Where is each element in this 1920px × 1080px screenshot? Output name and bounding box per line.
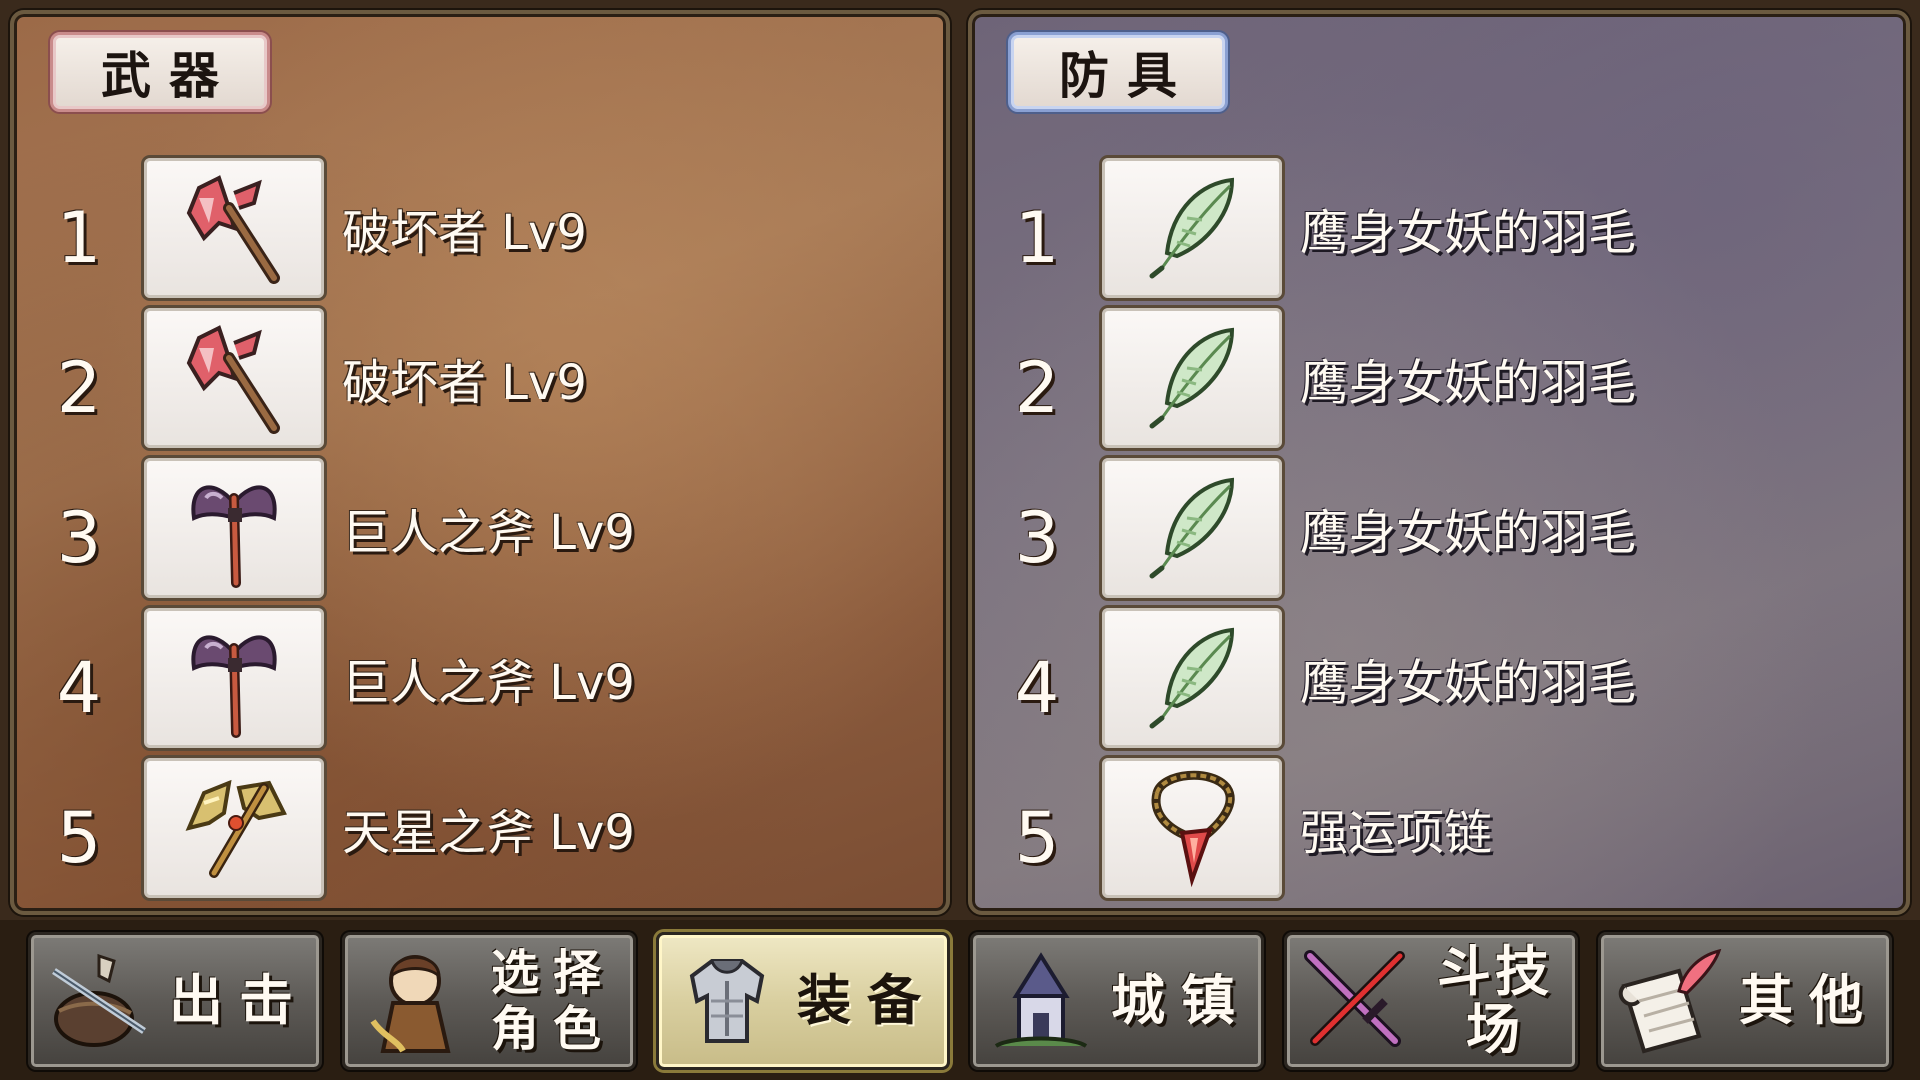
armor-row[interactable]: 4 鹰身女妖的羽毛 bbox=[972, 604, 1906, 752]
slot-number: 5 bbox=[56, 797, 102, 879]
slot-number: 4 bbox=[56, 647, 102, 729]
item-name: 鹰身女妖的羽毛 bbox=[1300, 355, 1637, 411]
armor-row[interactable]: 2 鹰身女妖的羽毛 bbox=[972, 304, 1906, 452]
arena-label: 斗技场 bbox=[1437, 940, 1553, 1061]
red-axe-icon bbox=[186, 175, 280, 284]
item-name: 鹰身女妖的羽毛 bbox=[1300, 505, 1637, 561]
armor-row[interactable]: 5 强运项链 bbox=[972, 754, 1906, 902]
item-name: 巨人之斧 Lv9 bbox=[342, 505, 635, 561]
select-label-line2: 角色 bbox=[490, 1001, 615, 1057]
item-slot[interactable] bbox=[144, 458, 324, 598]
item-slot[interactable] bbox=[144, 308, 324, 448]
item-slot[interactable] bbox=[1102, 608, 1282, 748]
weapon-row[interactable]: 4 巨人之斧 Lv9 bbox=[14, 604, 946, 752]
feather-icon bbox=[1149, 477, 1235, 579]
town-label: 城镇 bbox=[1111, 969, 1251, 1032]
weapon-row[interactable]: 5 天星之斧 Lv9 bbox=[14, 754, 946, 902]
weapon-row[interactable]: 1 破坏者 Lv9 bbox=[14, 154, 946, 302]
feather-icon bbox=[1149, 327, 1235, 429]
slot-number: 4 bbox=[1014, 647, 1060, 729]
giant-axe-icon bbox=[191, 635, 277, 738]
character-icon bbox=[353, 941, 473, 1061]
slot-number: 5 bbox=[1014, 797, 1060, 879]
item-slot[interactable] bbox=[1102, 308, 1282, 448]
arena-button[interactable]: 斗技场 bbox=[1284, 932, 1578, 1070]
feather-icon bbox=[1149, 177, 1235, 279]
armor-row[interactable]: 3 鹰身女妖的羽毛 bbox=[972, 454, 1906, 602]
item-name: 鹰身女妖的羽毛 bbox=[1300, 205, 1637, 261]
item-name: 天星之斧 Lv9 bbox=[342, 805, 635, 861]
sortie-label: 出击 bbox=[169, 969, 309, 1032]
armor-panel: 防具 1 鹰身女妖的羽毛 2 鹰身女妖的羽毛 3 鹰身女妖的羽毛 4 鹰身女妖的… bbox=[968, 10, 1910, 915]
necklace-icon bbox=[1151, 770, 1235, 888]
equip-label: 装备 bbox=[797, 969, 937, 1032]
weapons-panel: 武器 1 破坏者 Lv9 2 破坏者 Lv9 3 巨人之斧 Lv9 4 巨人之斧… bbox=[10, 10, 950, 915]
weapon-row[interactable]: 3 巨人之斧 Lv9 bbox=[14, 454, 946, 602]
slot-number: 3 bbox=[56, 497, 102, 579]
armor-title: 防具 bbox=[1008, 32, 1228, 112]
other-label: 其他 bbox=[1739, 969, 1879, 1032]
slot-number: 2 bbox=[1014, 347, 1060, 429]
slot-number: 3 bbox=[1014, 497, 1060, 579]
weapon-row[interactable]: 2 破坏者 Lv9 bbox=[14, 304, 946, 452]
item-slot[interactable] bbox=[1102, 758, 1282, 898]
armor-icon bbox=[667, 941, 787, 1061]
slot-number: 1 bbox=[56, 197, 102, 279]
town-button[interactable]: 城镇 bbox=[970, 932, 1264, 1070]
other-button[interactable]: 其他 bbox=[1598, 932, 1892, 1070]
item-name: 破坏者 Lv9 bbox=[342, 205, 587, 261]
feather-icon bbox=[1149, 627, 1235, 729]
crossed-swords-icon bbox=[1295, 941, 1415, 1061]
red-axe-icon bbox=[186, 325, 280, 434]
item-name: 破坏者 Lv9 bbox=[342, 355, 587, 411]
slot-number: 2 bbox=[56, 347, 102, 429]
armor-row[interactable]: 1 鹰身女妖的羽毛 bbox=[972, 154, 1906, 302]
select-label-line1: 选择 bbox=[490, 945, 615, 1001]
select-character-button[interactable]: 选择 角色 bbox=[342, 932, 636, 1070]
town-icon bbox=[981, 941, 1101, 1061]
item-name: 巨人之斧 Lv9 bbox=[342, 655, 635, 711]
bottom-nav: 出击 选择 角色 装备 城镇 斗技场 其他 bbox=[0, 920, 1920, 1080]
item-slot[interactable] bbox=[144, 158, 324, 298]
sortie-icon bbox=[39, 941, 159, 1061]
item-slot[interactable] bbox=[144, 608, 324, 748]
item-name: 强运项链 bbox=[1300, 805, 1493, 861]
equip-button[interactable]: 装备 bbox=[656, 932, 950, 1070]
select-character-label: 选择 角色 bbox=[473, 945, 633, 1057]
item-slot[interactable] bbox=[1102, 458, 1282, 598]
item-name: 鹰身女妖的羽毛 bbox=[1300, 655, 1637, 711]
giant-axe-icon bbox=[191, 485, 277, 588]
item-slot[interactable] bbox=[144, 758, 324, 898]
item-slot[interactable] bbox=[1102, 158, 1282, 298]
golden-axe-icon bbox=[185, 779, 287, 878]
sortie-button[interactable]: 出击 bbox=[28, 932, 322, 1070]
slot-number: 1 bbox=[1014, 197, 1060, 279]
scroll-quill-icon bbox=[1609, 941, 1729, 1061]
weapons-title: 武器 bbox=[50, 32, 270, 112]
